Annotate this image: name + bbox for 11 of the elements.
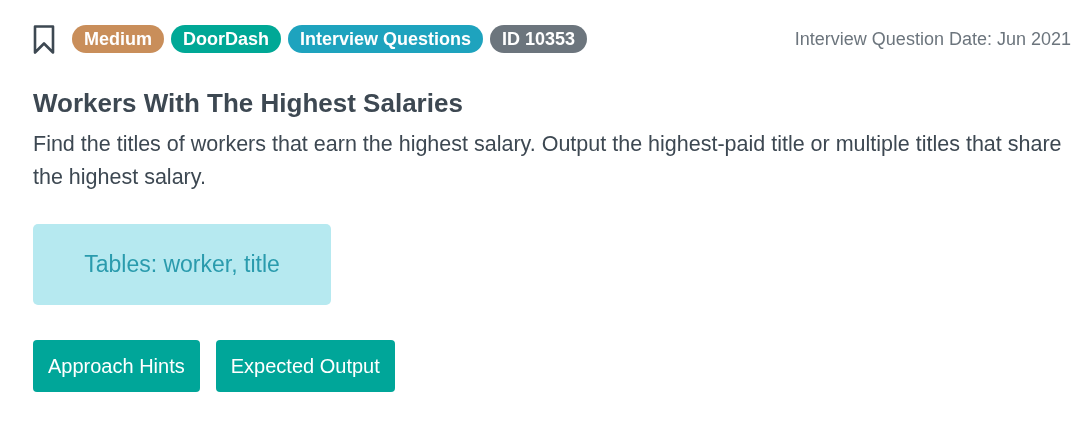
tag-badge: DoorDash bbox=[171, 25, 282, 53]
question-description: Find the titles of workers that earn the highest salary. Output the highest-paid title or multiple titles that share the highest salary. bbox=[33, 131, 1063, 191]
action-button[interactable]: Expected Output bbox=[215, 340, 395, 392]
question-date: Interview Question Date: Jun 2021 bbox=[794, 28, 1071, 50]
tag-badge: ID 10353 bbox=[490, 25, 588, 53]
action-button[interactable]: Approach Hints bbox=[33, 340, 200, 392]
tag-badge: Medium bbox=[72, 25, 164, 53]
question-title: Workers With The Highest Salaries bbox=[33, 88, 464, 118]
tables-info-box: Tables: worker, title bbox=[33, 224, 331, 305]
tag-badge: Interview Questions bbox=[288, 25, 484, 53]
bookmark-icon[interactable] bbox=[33, 23, 55, 55]
